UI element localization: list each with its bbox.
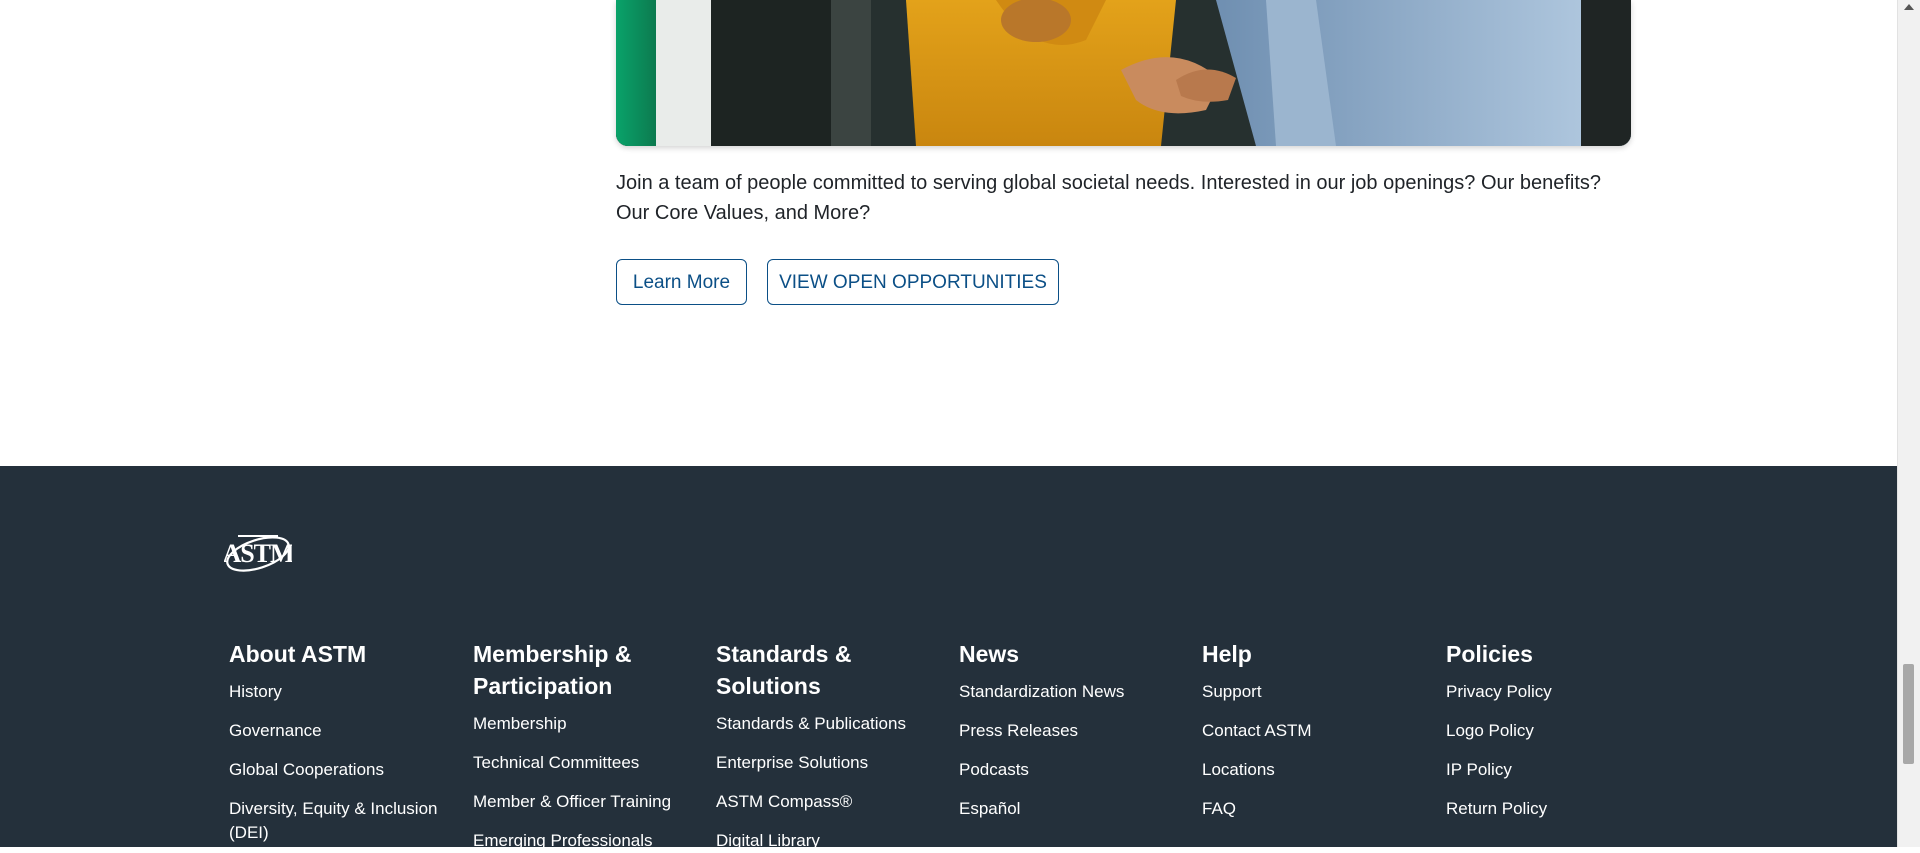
- footer-column-news: News Standardization News Press Releases…: [959, 638, 1189, 821]
- footer-link-privacy-policy[interactable]: Privacy Policy: [1446, 680, 1676, 704]
- handshake-photo: [616, 0, 1631, 146]
- careers-hero-image: [616, 0, 1631, 146]
- footer-column-help: Help Support Contact ASTM Locations FAQ: [1202, 638, 1432, 821]
- footer-heading-standards: Standards & Solutions: [716, 641, 852, 699]
- footer-link-digital-library[interactable]: Digital Library: [716, 829, 916, 853]
- footer-link-governance[interactable]: Governance: [229, 719, 459, 743]
- footer-link-podcasts[interactable]: Podcasts: [959, 758, 1189, 782]
- learn-more-button[interactable]: Learn More: [616, 259, 747, 305]
- footer-link-dei[interactable]: Diversity, Equity & Inclusion (DEI): [229, 797, 454, 845]
- footer-link-press-releases[interactable]: Press Releases: [959, 719, 1189, 743]
- footer-column-about: About ASTM History Governance Global Coo…: [229, 638, 459, 845]
- footer-link-espanol[interactable]: Español: [959, 797, 1189, 821]
- footer-link-history[interactable]: History: [229, 680, 459, 704]
- astm-logo-icon[interactable]: ASTM: [224, 526, 292, 582]
- footer-link-logo-policy[interactable]: Logo Policy: [1446, 719, 1676, 743]
- scroll-up-arrow-icon[interactable]: [1904, 4, 1914, 10]
- footer-link-standards-publications[interactable]: Standards & Publications: [716, 712, 916, 736]
- footer-heading-about: About ASTM: [229, 641, 367, 667]
- view-open-opportunities-button[interactable]: VIEW OPEN OPPORTUNITIES: [767, 259, 1059, 305]
- footer-heading-membership: Membership & Participation: [473, 641, 632, 699]
- svg-text:ASTM: ASTM: [224, 539, 292, 568]
- footer-link-technical-committees[interactable]: Technical Committees: [473, 751, 673, 775]
- footer-column-standards: Standards & Solutions Standards & Public…: [716, 638, 916, 853]
- footer-link-emerging-professionals[interactable]: Emerging Professionals: [473, 829, 673, 853]
- footer-link-astm-compass[interactable]: ASTM Compass®: [716, 790, 916, 814]
- footer-link-membership[interactable]: Membership: [473, 712, 673, 736]
- footer-link-contact-astm[interactable]: Contact ASTM: [1202, 719, 1432, 743]
- footer-link-locations[interactable]: Locations: [1202, 758, 1432, 782]
- site-footer: ASTM About ASTM History Governance Globa…: [0, 466, 1898, 850]
- scrollbar-thumb[interactable]: [1903, 664, 1914, 764]
- careers-description: Join a team of people committed to servi…: [616, 172, 1602, 224]
- footer-link-global-cooperations[interactable]: Global Cooperations: [229, 758, 459, 782]
- footer-column-policies: Policies Privacy Policy Logo Policy IP P…: [1446, 638, 1676, 821]
- footer-column-membership: Membership & Participation Membership Te…: [473, 638, 673, 853]
- vertical-scrollbar[interactable]: [1897, 0, 1920, 847]
- footer-link-member-officer-training[interactable]: Member & Officer Training: [473, 790, 673, 814]
- footer-link-faq[interactable]: FAQ: [1202, 797, 1432, 821]
- footer-link-ip-policy[interactable]: IP Policy: [1446, 758, 1676, 782]
- footer-heading-news: News: [959, 641, 1020, 667]
- footer-link-return-policy[interactable]: Return Policy: [1446, 797, 1676, 821]
- footer-link-standardization-news[interactable]: Standardization News: [959, 680, 1189, 704]
- footer-link-enterprise-solutions[interactable]: Enterprise Solutions: [716, 751, 916, 775]
- footer-heading-help: Help: [1202, 641, 1252, 667]
- footer-link-support[interactable]: Support: [1202, 680, 1432, 704]
- footer-heading-policies: Policies: [1446, 641, 1533, 667]
